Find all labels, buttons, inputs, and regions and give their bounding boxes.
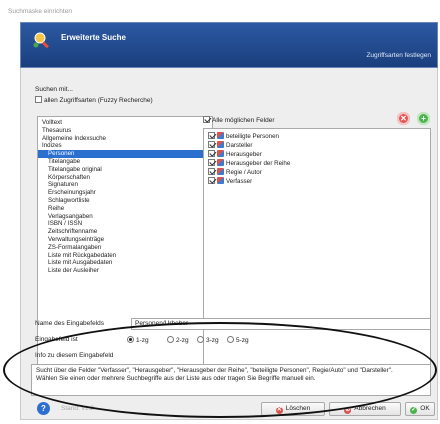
radio-option[interactable]: 5-zg <box>227 336 249 344</box>
field-type-icon <box>217 150 224 157</box>
field-type-icon <box>217 132 224 139</box>
delete-icon: ✕ <box>275 407 283 414</box>
cancel-button-label: Abbrechen <box>354 405 386 412</box>
list-item[interactable]: Körperschaften <box>38 174 212 182</box>
header-banner: Erweiterte Suche Zugriffsarten festlegen <box>20 22 438 68</box>
field-item[interactable]: Darsteller <box>208 141 252 149</box>
add-field-button[interactable]: + <box>417 112 430 125</box>
list-item[interactable]: ZS-Formalangaben <box>38 244 212 252</box>
field-checkbox[interactable] <box>208 141 215 148</box>
ok-button[interactable]: ✓ OK <box>405 402 435 416</box>
fuzzy-checkbox[interactable] <box>35 96 42 103</box>
all-fields-checkbox[interactable] <box>203 116 210 123</box>
access-types-link[interactable]: Zugriffsarten festlegen <box>366 52 431 59</box>
header-title: Erweiterte Suche <box>61 33 126 42</box>
delete-button[interactable]: ✕ Löschen <box>261 402 325 416</box>
field-item-label: Herausgeber der Reihe <box>226 160 291 167</box>
ok-button-label: OK <box>420 405 430 412</box>
radio-button[interactable] <box>197 336 204 343</box>
field-type-icon <box>217 141 224 148</box>
list-item[interactable]: Indizes <box>38 142 212 150</box>
list-item[interactable]: Liste mit Ausgabedaten <box>38 259 212 267</box>
radio-option[interactable]: 3-zg <box>197 336 219 344</box>
field-checkbox[interactable] <box>208 177 215 184</box>
help-icon[interactable]: ? <box>37 402 50 415</box>
field-checkbox[interactable] <box>208 168 215 175</box>
list-item[interactable]: Signaturen <box>38 181 212 189</box>
search-index-list[interactable]: Volltext Thesaurus Allgemeine Indexsuche In… <box>37 116 213 372</box>
field-item-label: Regie / Autor <box>226 169 262 176</box>
info-textbox[interactable]: Sucht über die Felder "Verfasser", "Hera… <box>31 364 431 396</box>
list-item[interactable]: Verlagsangaben <box>38 213 212 221</box>
list-item[interactable]: Zeitschriftenname <box>38 228 212 236</box>
search-settings-icon <box>33 32 49 49</box>
field-type-icon <box>217 168 224 175</box>
remove-field-button[interactable]: ✕ <box>397 112 410 125</box>
field-item-label: Darsteller <box>226 142 253 149</box>
fuzzy-option[interactable]: allen Zugriffsarten (Fuzzy Recherche) <box>35 96 153 104</box>
field-type-icon <box>217 177 224 184</box>
search-with-label: Suchen mit... <box>35 86 73 93</box>
field-item-label: Herausgeber <box>226 151 262 158</box>
radio-label: 3-zg <box>206 337 219 344</box>
all-fields-label: Alle möglichen Felder <box>212 117 275 124</box>
list-item[interactable]: Liste mit Rückgabedaten <box>38 252 212 260</box>
fuzzy-checkbox-label: allen Zugriffsarten (Fuzzy Recherche) <box>44 97 153 104</box>
radio-label: 1-zg <box>136 337 149 344</box>
list-item[interactable]: Personen <box>38 150 212 158</box>
field-item[interactable]: Regie / Autor <box>208 168 262 176</box>
list-item[interactable]: Reihe <box>38 205 212 213</box>
field-name-input[interactable]: Personen/Urheber <box>131 318 431 330</box>
list-item[interactable]: Schlagwortliste <box>38 197 212 205</box>
cancel-button[interactable]: ⊘ Abbrechen <box>329 402 401 416</box>
radio-option[interactable]: 1-zg <box>127 336 149 344</box>
list-item[interactable]: Titelangabe <box>38 158 212 166</box>
info-text-line: Sucht über die Felder "Verfasser", "Hera… <box>36 367 393 374</box>
list-item[interactable]: Verwaltungseinträge <box>38 236 212 244</box>
list-item[interactable]: Allgemeine Indexsuche <box>38 135 212 143</box>
radio-button[interactable] <box>127 336 134 343</box>
list-item[interactable]: Erscheinungsjahr <box>38 189 212 197</box>
ok-icon: ✓ <box>410 407 418 414</box>
field-name-label: Name des Eingabefelds <box>35 320 105 327</box>
field-item-label: Verfasser <box>226 178 253 185</box>
radio-button[interactable] <box>167 336 174 343</box>
field-item[interactable]: beteiligte Personen <box>208 132 279 140</box>
field-type-label: Eingabefeld ist <box>35 336 78 343</box>
all-fields-option[interactable]: Alle möglichen Felder <box>203 116 275 124</box>
radio-option[interactable]: 2-zg <box>167 336 189 344</box>
list-item[interactable]: Thesaurus <box>38 127 212 135</box>
field-item[interactable]: Herausgeber der Reihe <box>208 159 290 167</box>
field-checkbox[interactable] <box>208 150 215 157</box>
radio-button[interactable] <box>227 336 234 343</box>
field-type-icon <box>217 159 224 166</box>
radio-label: 5-zg <box>236 337 249 344</box>
dialog-body: Suchen mit... allen Zugriffsarten (Fuzzy… <box>20 68 438 420</box>
field-item-label: beteiligte Personen <box>226 133 279 140</box>
field-checkbox[interactable] <box>208 132 215 139</box>
list-item[interactable]: Titelangabe original <box>38 166 212 174</box>
window-title: Suchmaske einrichten <box>8 8 72 15</box>
radio-label: 2-zg <box>176 337 189 344</box>
field-checkbox[interactable] <box>208 159 215 166</box>
list-item[interactable]: ISBN / ISSN <box>38 220 212 228</box>
list-item[interactable]: Volltext <box>38 119 212 127</box>
info-label: Info zu diesem Eingabefeld <box>35 352 114 359</box>
version-text: Stand: v1.2 <box>61 405 94 412</box>
list-item[interactable]: Liste der Ausleiher <box>38 267 212 275</box>
delete-button-label: Löschen <box>285 405 311 412</box>
field-item[interactable]: Verfasser <box>208 177 252 185</box>
info-text-line: Wählen Sie einen oder mehrere Suchbegrif… <box>36 375 316 383</box>
field-item[interactable]: Herausgeber <box>208 150 262 158</box>
cancel-icon: ⊘ <box>344 407 352 414</box>
